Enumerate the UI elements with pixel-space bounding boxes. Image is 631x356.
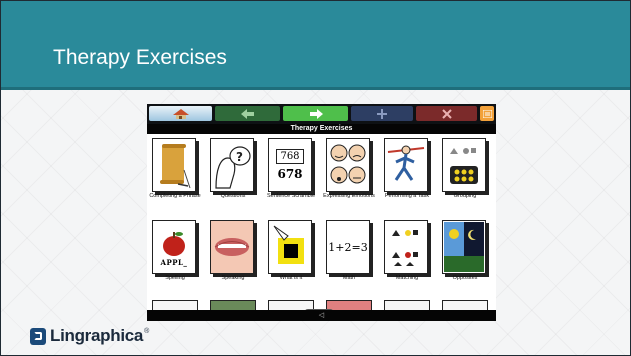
mouth-icon bbox=[210, 220, 254, 274]
add-button[interactable] bbox=[351, 106, 413, 121]
title-band: Therapy Exercises bbox=[1, 1, 630, 90]
exercise-tile[interactable]: Matching bbox=[380, 218, 434, 284]
title-rule bbox=[1, 87, 630, 90]
registered-mark: ® bbox=[144, 328, 150, 335]
exercise-tile[interactable]: Opposites bbox=[438, 218, 492, 284]
arrow-right-icon bbox=[309, 108, 323, 119]
faces-icon bbox=[326, 138, 370, 192]
exercise-label: Performing a Task bbox=[384, 193, 430, 199]
question-speaker-icon: ? bbox=[210, 138, 254, 192]
exercise-tile[interactable]: Performing a Task bbox=[380, 136, 434, 202]
app-toolbar bbox=[147, 104, 496, 124]
arrow-left-icon bbox=[240, 108, 254, 119]
home-button[interactable] bbox=[149, 106, 212, 121]
menu-icon bbox=[482, 109, 492, 118]
exercise-tile[interactable]: 768 678 Sentence Scramble bbox=[264, 136, 318, 202]
apple-icon: APPL_ bbox=[152, 220, 196, 274]
nav-back-button[interactable]: ◁ bbox=[319, 312, 324, 319]
forward-button[interactable] bbox=[283, 106, 348, 121]
spelling-word: APPL_ bbox=[160, 257, 188, 267]
logo-mark-icon bbox=[30, 327, 46, 345]
exercise-tile[interactable]: ? Questions bbox=[206, 136, 260, 202]
exercise-label: Completing a Phrase bbox=[149, 193, 201, 199]
exercise-tile[interactable]: Expressing Emotions bbox=[322, 136, 376, 202]
slide-title: Therapy Exercises bbox=[53, 46, 227, 69]
exercise-label: Expressing Emotions bbox=[323, 193, 375, 199]
runner-icon bbox=[384, 138, 428, 192]
exercise-tile[interactable]: What is it bbox=[264, 218, 318, 284]
shapes-icon bbox=[442, 138, 486, 192]
exercise-label: Grouping bbox=[453, 193, 477, 199]
exercise-tile[interactable]: 1+2=3 Math bbox=[322, 218, 376, 284]
exercise-grid: Completing a Phrase ? Questions 768 678 … bbox=[147, 134, 496, 317]
pointing-square-icon bbox=[268, 220, 312, 274]
equation-icon: 1+2=3 bbox=[326, 220, 370, 274]
number-card-top: 768 bbox=[276, 149, 304, 164]
equation-text: 1+2=3 bbox=[328, 240, 368, 254]
number-card-bottom: 678 bbox=[277, 167, 303, 181]
screen-header: Therapy Exercises bbox=[147, 124, 496, 134]
svg-text:?: ? bbox=[236, 150, 243, 164]
exercise-tile[interactable]: Completing a Phrase bbox=[148, 136, 202, 202]
exercise-label: Matching bbox=[395, 275, 419, 281]
system-nav-bar: ◁ bbox=[147, 310, 496, 321]
exercise-tile[interactable]: Speaking bbox=[206, 218, 260, 284]
menu-button[interactable] bbox=[480, 106, 494, 121]
matching-shapes-icon bbox=[384, 220, 428, 274]
exercise-tile[interactable]: Grouping bbox=[438, 136, 492, 202]
exercise-label: Sentence Scramble bbox=[267, 193, 315, 199]
close-button[interactable] bbox=[416, 106, 477, 121]
home-icon bbox=[172, 108, 189, 119]
exercise-label: Math bbox=[342, 275, 356, 281]
exercise-label: What is it bbox=[279, 275, 303, 281]
tablet-screenshot: Therapy Exercises Completing a Phrase ? … bbox=[147, 104, 496, 321]
exercise-label: Opposites bbox=[452, 275, 478, 281]
exercise-tile[interactable]: APPL_ Spelling bbox=[148, 218, 202, 284]
x-icon bbox=[441, 108, 452, 119]
scroll-quill-icon bbox=[152, 138, 196, 192]
day-night-icon bbox=[442, 220, 486, 274]
back-button[interactable] bbox=[215, 106, 280, 121]
exercise-label: Questions bbox=[220, 193, 246, 199]
plus-icon bbox=[377, 108, 387, 119]
numbers-icon: 768 678 bbox=[268, 138, 312, 192]
exercise-label: Speaking bbox=[221, 275, 245, 281]
exercise-label: Spelling bbox=[165, 275, 185, 281]
logo-text: Lingraphica bbox=[50, 326, 144, 345]
lingraphica-logo: Lingraphica ® bbox=[30, 324, 149, 348]
